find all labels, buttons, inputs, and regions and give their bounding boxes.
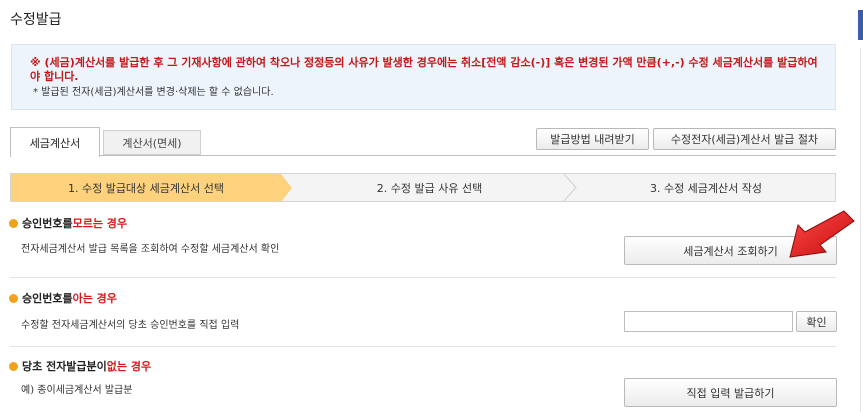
section-none-title: 당초 전자발급분이 없는 경우 — [9, 358, 151, 374]
step-3: 3. 수정 세금계산서 작성 — [649, 181, 763, 195]
notice-main-text: ※ (세금)계산서를 발급한 후 그 기재사항에 관하여 착오나 정정등의 사유… — [30, 56, 818, 83]
divider — [10, 346, 836, 347]
manual-issue-button[interactable]: 직접 입력 발급하기 — [624, 378, 837, 407]
section-unknown-title: 승인번호를 모르는 경우 — [9, 215, 127, 231]
section-known-desc: 수정할 전자세금계산서의 당초 승인번호를 직접 입력 — [21, 320, 240, 331]
tab-underline — [10, 155, 836, 156]
step-progress: 1. 수정 발급대상 세금계산서 선택 2. 수정 발급 사유 선택 3. 수정… — [10, 173, 836, 202]
issue-procedure-button[interactable]: 수정전자(세금)계산서 발급 절차 — [653, 128, 836, 150]
section-title-emphasis: 모르는 경우 — [72, 217, 128, 230]
section-none-desc: 예) 종이세금계산서 발급분 — [21, 385, 133, 396]
download-guide-button[interactable]: 발급방법 내려받기 — [536, 128, 649, 150]
right-rule — [860, 48, 861, 412]
pointer-arrow-icon — [789, 210, 855, 258]
section-unknown-desc: 전자세금계산서 발급 목록을 조회하여 수정할 세금계산서 확인 — [21, 244, 280, 255]
divider — [10, 277, 836, 278]
confirm-button[interactable]: 확인 — [796, 311, 837, 332]
step-2: 2. 수정 발급 사유 선택 — [376, 181, 483, 195]
bullet-icon — [9, 218, 18, 228]
section-title-prefix: 당초 전자발급분이 — [22, 360, 107, 373]
bullet-icon — [9, 361, 18, 371]
step-1: 1. 수정 발급대상 세금계산서 선택 — [11, 174, 281, 201]
section-title-prefix: 승인번호를 — [22, 217, 73, 230]
bullet-icon — [9, 293, 18, 303]
tab-tax-invoice[interactable]: 세금계산서 — [10, 127, 100, 157]
notice-box: ※ (세금)계산서를 발급한 후 그 기재사항에 관하여 착오나 정정등의 사유… — [11, 44, 836, 110]
step-1-arrow — [281, 174, 292, 201]
section-title-emphasis: 아는 경우 — [72, 292, 117, 305]
approval-number-input[interactable] — [624, 311, 793, 332]
step-separator-chevron — [563, 174, 577, 201]
page-title: 수정발급 — [10, 12, 62, 28]
section-title-prefix: 승인번호를 — [22, 292, 73, 305]
tab-invoice-tax-exempt[interactable]: 계산서(면세) — [103, 130, 201, 155]
notice-sub-text: * 발급된 전자(세금)계산서를 변경·삭제는 할 수 없습니다. — [33, 87, 274, 98]
section-known-title: 승인번호를 아는 경우 — [9, 290, 117, 306]
scrollbar-thumb[interactable] — [858, 10, 863, 40]
section-title-emphasis: 없는 경우 — [106, 360, 152, 373]
